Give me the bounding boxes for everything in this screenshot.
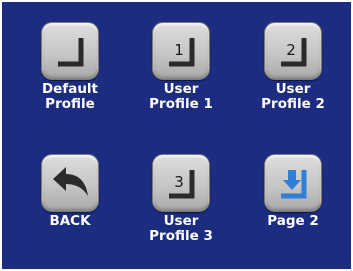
default-profile-label: Default Profile xyxy=(41,81,99,112)
user-profile-3-key[interactable]: 3 xyxy=(152,154,210,212)
profile-number: 1 xyxy=(174,41,184,59)
profile-slot-icon: 1 xyxy=(169,38,195,67)
user-profile-1-button[interactable]: 1 User Profile 1 xyxy=(125,22,237,112)
user-profile-3-button[interactable]: 3 User Profile 3 xyxy=(125,154,237,244)
profile-menu-screen: Default Profile 1 User Profile 1 2 User … xyxy=(2,2,351,269)
user-profile-2-key[interactable]: 2 xyxy=(264,22,322,80)
back-arrow-icon xyxy=(53,167,88,196)
profile-slot-icon xyxy=(58,38,84,67)
user-profile-2-button[interactable]: 2 User Profile 2 xyxy=(237,22,349,112)
download-arrow-icon xyxy=(281,170,307,199)
default-profile-button[interactable]: Default Profile xyxy=(14,22,126,112)
page-2-label: Page 2 xyxy=(267,213,319,229)
user-profile-1-label: User Profile 1 xyxy=(149,81,213,112)
user-profile-1-key[interactable]: 1 xyxy=(152,22,210,80)
profile-number: 2 xyxy=(286,41,296,59)
profile-slot-icon: 2 xyxy=(281,38,307,67)
user-profile-2-label: User Profile 2 xyxy=(261,81,325,112)
default-profile-key[interactable] xyxy=(41,22,99,80)
back-button[interactable]: BACK xyxy=(14,154,126,229)
back-key[interactable] xyxy=(41,154,99,212)
user-profile-3-label: User Profile 3 xyxy=(149,213,213,244)
back-label: BACK xyxy=(49,213,91,229)
profile-number: 3 xyxy=(174,173,184,191)
page-2-key[interactable] xyxy=(264,154,322,212)
profile-slot-icon: 3 xyxy=(169,170,195,199)
page-2-button[interactable]: Page 2 xyxy=(237,154,349,229)
